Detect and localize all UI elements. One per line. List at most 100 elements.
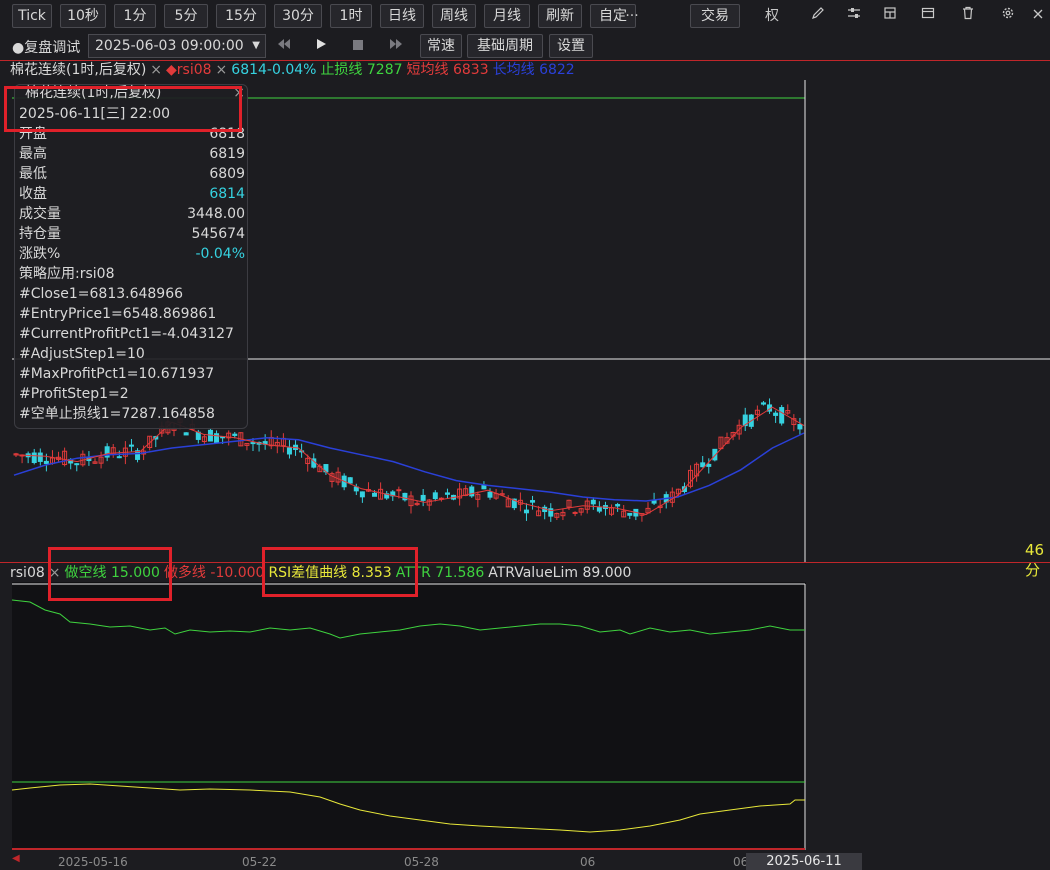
candle-body bbox=[779, 407, 785, 424]
x-axis-label: 05-28 bbox=[404, 855, 439, 869]
tooltip-strategy-line: #空单止损线1=7287.164858 bbox=[19, 406, 215, 422]
indicator-plot-area bbox=[12, 582, 806, 850]
sliders-icon[interactable] bbox=[844, 6, 864, 26]
stop-icon[interactable] bbox=[348, 36, 368, 56]
skip-forward-icon[interactable] bbox=[386, 36, 406, 56]
tooltip-row-value: 6809 bbox=[209, 166, 245, 182]
settings-button[interactable]: 设置 bbox=[549, 34, 593, 58]
candle-body bbox=[250, 442, 256, 445]
period-button[interactable]: 30分 bbox=[274, 4, 322, 28]
candle-body bbox=[523, 509, 529, 514]
replay-datetime-select[interactable]: 2025-06-03 09:00:00 ▼ bbox=[88, 34, 266, 58]
period-button[interactable]: Tick bbox=[12, 4, 52, 28]
tooltip-row-value: 3448.00 bbox=[187, 206, 245, 222]
period-button[interactable]: 1时 bbox=[330, 4, 372, 28]
period-button[interactable]: 日线 bbox=[380, 4, 424, 28]
tooltip-strategy-line: #CurrentProfitPct1=-4.043127 bbox=[19, 326, 234, 342]
highlight-box bbox=[262, 547, 418, 597]
price-change: 6814-0.04% bbox=[231, 62, 317, 78]
chart-window-icon[interactable] bbox=[880, 6, 900, 26]
x-axis-label: 06 bbox=[580, 855, 596, 869]
candle-body bbox=[286, 447, 292, 455]
tooltip-row-label: 持仓量 bbox=[19, 226, 61, 242]
top-toolbar: Tick 10秒 1分 5分 15分 30分 1时 日线 周线 月线 刷新 自定 ··· 交易 权 bbox=[0, 0, 1050, 32]
highlight-box bbox=[4, 86, 242, 132]
long-ma-legend: 长均线 6822 bbox=[492, 62, 575, 78]
candle-body bbox=[487, 491, 493, 498]
tooltip-row-value: -0.04% bbox=[195, 246, 245, 262]
candle-body bbox=[347, 477, 353, 484]
quan-button[interactable]: 权 bbox=[762, 6, 782, 26]
candle-body bbox=[420, 494, 426, 501]
tooltip-strategy-line: #Close1=6813.648966 bbox=[19, 286, 184, 302]
scroll-left-icon[interactable]: ◀ bbox=[12, 853, 20, 864]
right-price-label: 46分 bbox=[1025, 541, 1045, 579]
stop-loss-legend: 止损线 7287 bbox=[320, 62, 403, 78]
tooltip-row: 收盘 6814 bbox=[19, 184, 245, 204]
candle-body bbox=[37, 452, 43, 462]
replay-datetime-value: 2025-06-03 09:00:00 bbox=[95, 38, 244, 54]
tooltip-row: 最高 6819 bbox=[19, 144, 245, 164]
candle-body bbox=[596, 507, 602, 512]
tooltip-strategy-line: 策略应用:rsi08 bbox=[19, 266, 115, 282]
main-chart-legend: 棉花连续(1时,后复权) × ◆rsi08 × 6814-0.04% 止损线 7287 短均… bbox=[10, 61, 579, 79]
candle-body bbox=[444, 492, 450, 495]
candle-body bbox=[481, 485, 487, 490]
bar-info-tooltip: 棉花连续(1时,后复权) × 2025-06-11[三] 22:00 开盘 681… bbox=[14, 84, 248, 429]
period-button[interactable]: 15分 bbox=[216, 4, 266, 28]
candle-body bbox=[469, 486, 475, 497]
candle-body bbox=[128, 444, 134, 447]
replay-label: ●复盘调试 bbox=[12, 40, 81, 56]
candle-body bbox=[615, 504, 621, 507]
base-period-button[interactable]: 基础周期 bbox=[467, 34, 543, 58]
skip-back-icon[interactable] bbox=[274, 36, 294, 56]
speed-button[interactable]: 常速 bbox=[420, 34, 462, 58]
candle-body bbox=[432, 492, 438, 500]
period-button[interactable]: 周线 bbox=[432, 4, 476, 28]
candle-body bbox=[214, 433, 220, 443]
candle-body bbox=[359, 491, 365, 498]
strategy-name: ◆rsi08 bbox=[166, 62, 212, 78]
crosshair-time-label: 2025-06-11 22:00 bbox=[746, 853, 862, 870]
candle-body bbox=[627, 512, 633, 516]
candle-body bbox=[74, 463, 80, 466]
indicator-chart[interactable] bbox=[0, 582, 1050, 852]
candle-body bbox=[232, 433, 238, 436]
tooltip-row: 最低 6809 bbox=[19, 164, 245, 184]
play-icon[interactable] bbox=[311, 36, 331, 56]
atr-lim-legend: ATRValueLim 89.000 bbox=[488, 565, 632, 581]
tooltip-row-label: 最低 bbox=[19, 166, 47, 182]
period-button[interactable]: 5分 bbox=[164, 4, 208, 28]
period-button[interactable]: 1分 bbox=[114, 4, 156, 28]
tooltip-row-label: 涨跌% bbox=[19, 246, 61, 262]
pen-icon[interactable] bbox=[808, 6, 828, 26]
close-strategy-icon[interactable]: × bbox=[216, 62, 228, 78]
layout-icon[interactable] bbox=[918, 6, 938, 26]
tooltip-strategy-line: #MaxProfitPct1=10.671937 bbox=[19, 366, 215, 382]
period-button[interactable]: 10秒 bbox=[60, 4, 106, 28]
tooltip-row-value: 6819 bbox=[209, 146, 245, 162]
tooltip-strategy-line: #ProfitStep1=2 bbox=[19, 386, 129, 402]
candle-body bbox=[760, 402, 766, 405]
more-button[interactable]: ··· bbox=[620, 6, 644, 26]
candle-body bbox=[773, 412, 779, 416]
x-axis-label: 05-22 bbox=[242, 855, 277, 869]
sub-indicator-name: rsi08 bbox=[10, 565, 45, 581]
close-instrument-icon[interactable]: × bbox=[150, 62, 162, 78]
candle-body bbox=[700, 462, 706, 468]
close-icon[interactable] bbox=[1028, 6, 1048, 26]
trash-icon[interactable] bbox=[958, 6, 978, 26]
tooltip-strategy-line: #AdjustStep1=10 bbox=[19, 346, 145, 362]
candle-body bbox=[590, 499, 596, 505]
x-axis-label: 2025-05-16 bbox=[58, 855, 128, 869]
candle-body bbox=[797, 424, 803, 430]
x-axis[interactable]: ◀ bbox=[0, 851, 1050, 870]
tooltip-row-label: 最高 bbox=[19, 146, 47, 162]
period-button[interactable]: 月线 bbox=[484, 4, 530, 28]
trade-button[interactable]: 交易 bbox=[690, 4, 740, 28]
replay-toolbar: ●复盘调试 2025-06-03 09:00:00 ▼ 常速 基础周期 设置 bbox=[0, 32, 1050, 60]
short-ma-legend: 短均线 6833 bbox=[406, 62, 489, 78]
tooltip-row: 成交量 3448.00 bbox=[19, 204, 245, 224]
gear-icon[interactable] bbox=[998, 6, 1018, 26]
period-button[interactable]: 刷新 bbox=[538, 4, 582, 28]
